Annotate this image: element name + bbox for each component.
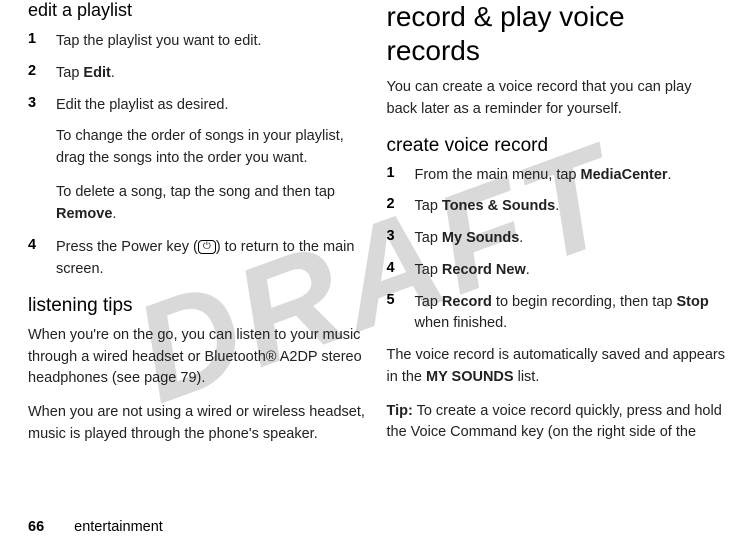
step-number: 3 (28, 95, 56, 117)
step-text: From the main menu, tap MediaCenter. (415, 165, 672, 187)
text-suffix: . (112, 206, 116, 222)
text-suffix: . (668, 167, 672, 183)
record-saved-text: The voice record is automatically saved … (387, 345, 726, 389)
text-suffix: . (519, 230, 523, 246)
text-prefix: To delete a song, tap the song and then … (56, 184, 335, 200)
edit-step-3b: To delete a song, tap the song and then … (56, 182, 367, 226)
text-bold: MediaCenter (581, 167, 668, 183)
record-step-5: 5 Tap Record to begin recording, then ta… (387, 292, 726, 336)
tip-body: To create a voice record quickly, press … (387, 403, 722, 441)
step-text-suffix: . (111, 65, 115, 81)
edit-step-3a: To change the order of songs in your pla… (56, 126, 367, 170)
text-bold: Remove (56, 206, 112, 222)
step-text-prefix: Tap (56, 65, 83, 81)
step-text: Tap the playlist you want to edit. (56, 31, 262, 53)
right-column: record & play voice records You can crea… (377, 0, 736, 547)
text-bold2: Stop (677, 294, 709, 310)
text-prefix: From the main menu, tap (415, 167, 581, 183)
record-step-2: 2 Tap Tones & Sounds. (387, 196, 726, 218)
record-step-1: 1 From the main menu, tap MediaCenter. (387, 165, 726, 187)
text-suffix: when finished. (415, 315, 508, 331)
edit-step-4: 4 Press the Power key () to return to th… (28, 237, 367, 281)
record-intro: You can create a voice record that you c… (387, 77, 726, 121)
text-prefix: Tap (415, 198, 442, 214)
text-suffix: . (555, 198, 559, 214)
edit-step-2: 2 Tap Edit. (28, 63, 367, 85)
step-number: 3 (387, 228, 415, 250)
step-text: Edit the playlist as desired. (56, 95, 228, 117)
text-prefix: Tap (415, 230, 442, 246)
step-number: 2 (28, 63, 56, 85)
text-prefix: Tap (415, 262, 442, 278)
power-key-icon (198, 240, 216, 254)
step-number: 4 (387, 260, 415, 282)
step-text: Press the Power key () to return to the … (56, 237, 367, 281)
text-prefix: Tap (415, 294, 442, 310)
step-text-bold: Edit (83, 65, 110, 81)
step-text: Tap Record New. (415, 260, 530, 282)
text-mid: to begin recording, then tap (492, 294, 677, 310)
text-bold1: Record (442, 294, 492, 310)
step-number: 1 (28, 31, 56, 53)
step-text: Tap Tones & Sounds. (415, 196, 560, 218)
edit-step-1: 1 Tap the playlist you want to edit. (28, 31, 367, 53)
text-suffix: list. (514, 369, 540, 385)
listening-p1: When you're on the go, you can listen to… (28, 325, 367, 390)
text-bold: MY SOUNDS (426, 369, 514, 385)
text-suffix: . (526, 262, 530, 278)
record-step-4: 4 Tap Record New. (387, 260, 726, 282)
create-voice-record-heading: create voice record (387, 135, 726, 157)
step-text: Tap Record to begin recording, then tap … (415, 292, 726, 336)
listening-p2: When you are not using a wired or wirele… (28, 402, 367, 446)
record-step-3: 3 Tap My Sounds. (387, 228, 726, 250)
step-text: Tap Edit. (56, 63, 115, 85)
step-number: 4 (28, 237, 56, 281)
step-number: 5 (387, 292, 415, 336)
record-play-heading: record & play voice records (387, 0, 726, 67)
step-text-prefix: Press the Power key ( (56, 239, 198, 255)
text-bold: Tones & Sounds (442, 198, 555, 214)
left-column: edit a playlist 1 Tap the playlist you w… (18, 0, 377, 547)
text-bold: My Sounds (442, 230, 519, 246)
edit-step-3: 3 Edit the playlist as desired. (28, 95, 367, 117)
tip-label: Tip: (387, 403, 413, 419)
step-number: 2 (387, 196, 415, 218)
listening-tips-heading: listening tips (28, 295, 367, 317)
edit-playlist-heading: edit a playlist (28, 0, 367, 21)
step-text: Tap My Sounds. (415, 228, 524, 250)
tip-text: Tip: To create a voice record quickly, p… (387, 401, 726, 445)
text-bold: Record New (442, 262, 526, 278)
step-number: 1 (387, 165, 415, 187)
page-content: edit a playlist 1 Tap the playlist you w… (0, 0, 753, 547)
